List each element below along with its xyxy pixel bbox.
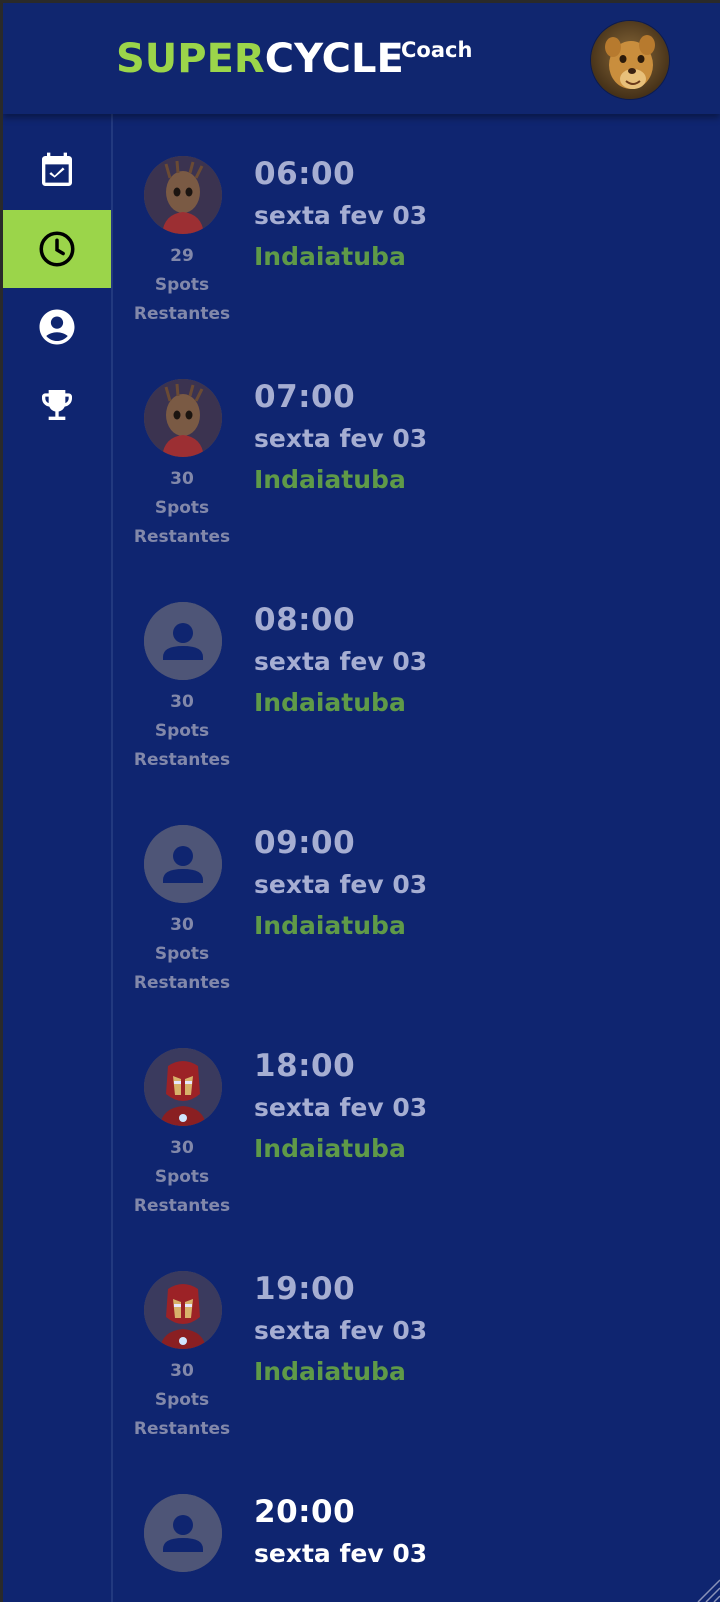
spots-label: Restantes (133, 750, 231, 770)
class-time: 07:00 (254, 379, 356, 415)
class-time: 09:00 (254, 825, 356, 861)
instructor-avatar (144, 1048, 222, 1126)
class-date: sexta fev 03 (254, 870, 428, 899)
class-list: 29 Spots Restantes 06:00 sexta fev 03 In… (113, 114, 720, 1602)
spots-remaining: 30 Spots Restantes (123, 1357, 241, 1444)
class-row[interactable]: 30 Spots Restantes 07:00 sexta fev 03 In… (113, 337, 720, 560)
resize-grip-icon (697, 1579, 720, 1602)
groot-avatar (144, 379, 222, 457)
class-date: sexta fev 03 (254, 424, 428, 453)
class-row[interactable]: 30 Spots Restantes 19:00 sexta fev 03 In… (113, 1229, 720, 1452)
class-location: Indaiatuba (254, 1357, 406, 1386)
spots-remaining: 30 Spots Restantes (123, 688, 241, 775)
class-time: 20:00 (254, 1494, 356, 1530)
instructor-avatar (144, 1494, 222, 1572)
class-location: Indaiatuba (254, 1134, 406, 1163)
class-location: Indaiatuba (254, 242, 406, 271)
class-time: 06:00 (254, 156, 356, 192)
instructor-avatar (144, 156, 222, 234)
trophy-icon (42, 390, 72, 420)
class-row[interactable]: 30 Spots Restantes 18:00 sexta fev 03 In… (113, 1006, 720, 1229)
class-time: 18:00 (254, 1048, 356, 1084)
class-location: Indaiatuba (254, 688, 406, 717)
class-row[interactable]: 30 Spots Restantes 09:00 sexta fev 03 In… (113, 783, 720, 1006)
spots-word: Spots (154, 1167, 210, 1187)
lion-cub-avatar (591, 21, 669, 99)
class-date: sexta fev 03 (254, 1316, 428, 1345)
spots-count: 30 (170, 1138, 194, 1158)
class-location: Indaiatuba (254, 911, 406, 940)
spots-word: Spots (154, 721, 210, 741)
app-root: SUPERCYCLE Coach 29 Spots Restantes 06:0… (3, 3, 720, 1602)
spots-label: Restantes (133, 1419, 231, 1439)
instructor-avatar (144, 825, 222, 903)
spots-count: 29 (170, 246, 194, 266)
class-time: 19:00 (254, 1271, 356, 1307)
groot-avatar (144, 156, 222, 234)
spots-word: Spots (154, 944, 210, 964)
person-icon (144, 602, 222, 680)
sidebar-item-profile[interactable] (3, 288, 111, 366)
spots-count: 30 (170, 692, 194, 712)
iron-man-avatar (144, 1048, 222, 1126)
instructor-avatar (144, 379, 222, 457)
spots-word: Spots (154, 498, 210, 518)
brand-super: SUPER (116, 36, 265, 82)
clock-icon (39, 231, 75, 267)
class-date: sexta fev 03 (254, 201, 428, 230)
class-row[interactable]: 20:00 sexta fev 03 (113, 1452, 720, 1602)
spots-word: Spots (154, 1390, 210, 1410)
account-circle-icon (39, 309, 75, 345)
spots-label: Restantes (133, 527, 231, 547)
sidebar-item-calendar[interactable] (3, 132, 111, 210)
brand-cycle: CYCLE (264, 36, 404, 82)
sidebar-nav (3, 114, 113, 1602)
person-icon (144, 825, 222, 903)
top-header: SUPERCYCLE Coach (3, 3, 720, 114)
sidebar-item-history[interactable] (3, 210, 111, 288)
spots-remaining: 30 Spots Restantes (123, 1134, 241, 1221)
spots-remaining: 29 Spots Restantes (123, 242, 241, 329)
spots-label: Restantes (133, 1196, 231, 1216)
class-time: 08:00 (254, 602, 356, 638)
sidebar-item-ranking[interactable] (3, 366, 111, 444)
spots-remaining: 30 Spots Restantes (123, 911, 241, 998)
class-row[interactable]: 29 Spots Restantes 06:00 sexta fev 03 In… (113, 114, 720, 337)
brand-logo: SUPERCYCLE (116, 35, 404, 83)
user-avatar-lion-cub[interactable] (591, 21, 669, 99)
spots-count: 30 (170, 1361, 194, 1381)
class-date: sexta fev 03 (254, 1539, 428, 1568)
class-date: sexta fev 03 (254, 647, 428, 676)
calendar-check-icon (42, 152, 72, 186)
brand-coach-label: Coach (401, 38, 473, 62)
instructor-avatar (144, 602, 222, 680)
class-row[interactable]: 30 Spots Restantes 08:00 sexta fev 03 In… (113, 560, 720, 783)
spots-remaining: 30 Spots Restantes (123, 465, 241, 552)
iron-man-avatar (144, 1271, 222, 1349)
class-location: Indaiatuba (254, 465, 406, 494)
person-icon (144, 1494, 222, 1572)
instructor-avatar (144, 1271, 222, 1349)
spots-label: Restantes (133, 304, 231, 324)
spots-count: 30 (170, 469, 194, 489)
spots-count: 30 (170, 915, 194, 935)
spots-word: Spots (154, 275, 210, 295)
class-date: sexta fev 03 (254, 1093, 428, 1122)
spots-label: Restantes (133, 973, 231, 993)
